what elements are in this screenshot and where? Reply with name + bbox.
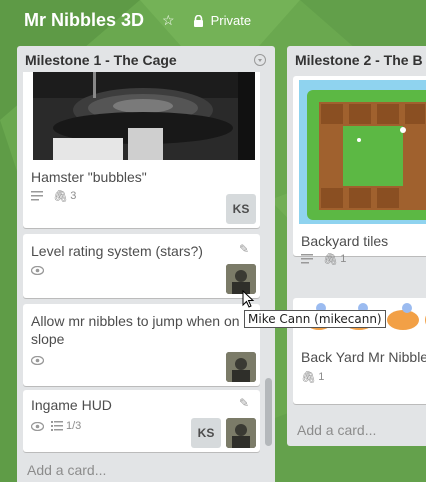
lock-icon [193,14,204,27]
subscribed-badge [31,422,44,431]
eye-icon [31,356,44,365]
eye-icon [31,266,44,275]
attachment-icon: 🖇 [323,252,339,266]
card-title: Level rating system (stars?) [31,243,203,259]
card-allow-jump[interactable]: Allow mr nibbles to jump when on slope [23,304,260,386]
card-level-rating[interactable]: Level rating system (stars?) ✎ [23,234,260,298]
mouse-cursor-icon [242,290,255,308]
description-icon [301,254,313,264]
member-avatar[interactable] [226,352,256,382]
member-ks[interactable]: KS [226,194,256,224]
visibility-label[interactable]: Private [211,13,251,28]
description-badge [31,191,43,201]
list-milestone-1: Milestone 1 - The Cage Hamster "bubbles" [17,46,275,482]
board-title[interactable]: Mr Nibbles 3D [24,10,144,31]
card-cover-image [299,80,426,224]
member-avatar[interactable] [226,418,256,448]
card-title: Allow mr nibbles to jump when on slope [31,313,240,347]
edit-pencil-icon[interactable]: ✎ [239,396,249,410]
attachment-badge: 🖇 1 [323,252,346,266]
member-tooltip: Mike Cann (mikecann) [244,310,386,328]
card-title: Ingame HUD [31,397,112,413]
list-menu-icon[interactable] [254,54,266,66]
attachment-icon: 🖇 [301,370,317,384]
list-title[interactable]: Milestone 1 - The Cage [25,52,177,68]
attachment-badge: 🖇 1 [301,370,324,384]
list-title[interactable]: Milestone 2 - The B [295,52,423,68]
description-badge [301,254,313,264]
checklist-count: 1/3 [66,420,82,432]
subscribed-badge [31,266,44,275]
add-card-link[interactable]: Add a card... [27,462,106,478]
card-title: Backyard tiles [301,233,389,249]
list-milestone-2: Milestone 2 - The B Backyard tiles 🖇 1 B… [287,46,426,446]
attachment-icon: 🖇 [53,189,69,203]
card-backyard-tiles[interactable]: Backyard tiles [293,76,426,256]
checklist-badge: 1/3 [51,420,81,432]
subscribed-badge [31,356,44,365]
list-scrollbar[interactable] [265,378,272,446]
card-title: Back Yard Mr Nibble [301,349,426,365]
attachment-count: 1 [340,253,347,265]
description-icon [31,191,43,201]
attachment-count: 1 [318,371,325,383]
board-header: Mr Nibbles 3D ☆ Private [0,0,426,40]
cards-area: Hamster "bubbles" 🖇 3 KS Level rating sy… [23,72,262,482]
card-ingame-hud[interactable]: Ingame HUD ✎ 1/3 KS [23,390,260,452]
star-icon[interactable]: ☆ [162,13,175,27]
attachment-count: 3 [70,190,77,202]
add-card-link[interactable]: Add a card... [297,422,376,438]
attachment-badge: 🖇 3 [53,189,76,203]
card-title: Hamster "bubbles" [31,169,147,185]
checklist-icon [51,421,63,431]
eye-icon [31,422,44,431]
edit-pencil-icon[interactable]: ✎ [239,242,249,256]
member-ks[interactable]: KS [191,418,221,448]
card-hamster-bubbles[interactable]: Hamster "bubbles" 🖇 3 KS [23,72,260,228]
card-cover-image [33,72,255,160]
